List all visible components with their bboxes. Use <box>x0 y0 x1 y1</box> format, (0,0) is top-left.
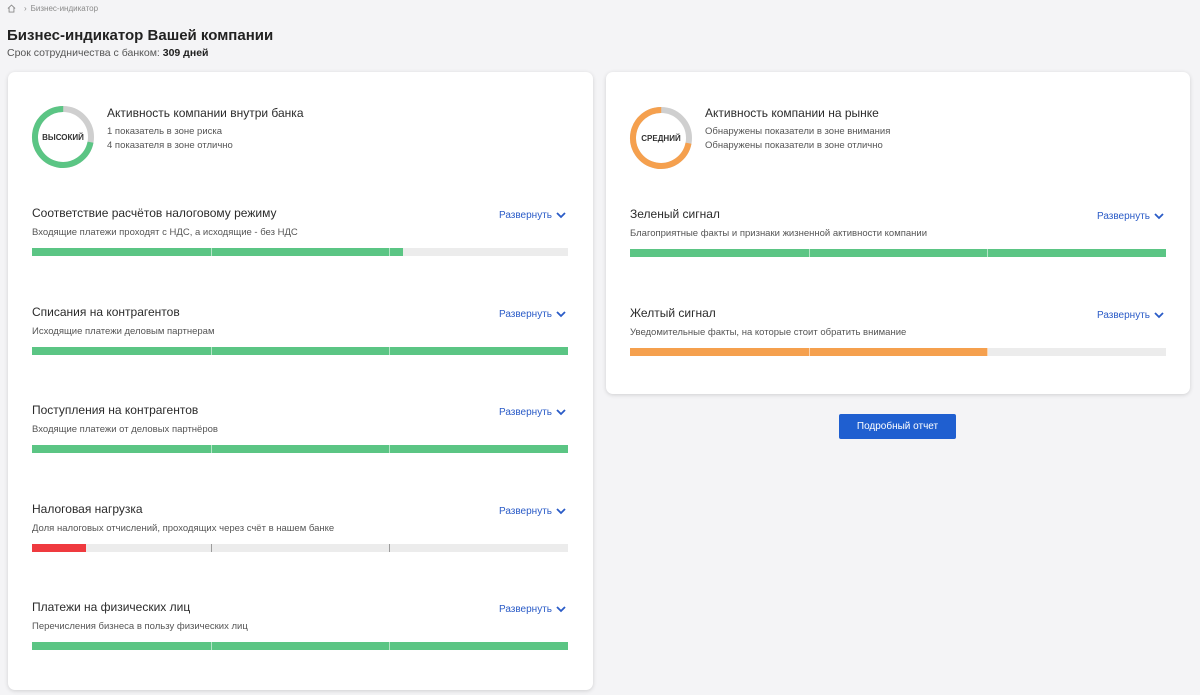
market-metric: Желтый сигнал Уведомительные факты, на ко… <box>630 306 1166 366</box>
bank-metric: Соответствие расчётов налоговому режиму В… <box>32 206 568 266</box>
metric-description: Доля налоговых отчислений, проходящих че… <box>32 522 335 534</box>
bar-divider <box>210 642 212 650</box>
bank-metric: Поступления на контрагентов Входящие плат… <box>32 403 568 463</box>
metric-progress-fill <box>32 346 568 355</box>
bar-divider <box>389 445 391 453</box>
chevron-down-icon <box>556 212 566 219</box>
expand-link[interactable]: Развернуть <box>499 604 566 615</box>
bar-divider <box>210 248 212 256</box>
bar-divider <box>987 347 989 356</box>
chevron-down-icon <box>556 310 566 317</box>
market-metric: Зеленый сигнал Благоприятные факты и приз… <box>630 207 1166 267</box>
chevron-down-icon <box>556 606 566 613</box>
metric-title: Налоговая нагрузка <box>32 501 143 516</box>
expand-label: Развернуть <box>498 210 552 221</box>
metric-progress-fill <box>32 248 404 256</box>
bank-activity-gauge: ВЫСОКИЙ <box>31 105 95 169</box>
chevron-down-icon <box>556 507 566 514</box>
metric-progress-bar <box>32 543 568 552</box>
market-activity-line-1: Обнаружены показатели в зоне внимания <box>705 126 891 137</box>
page-title: Бизнес-индикатор Вашей компании <box>7 27 274 44</box>
metric-progress-fill <box>32 445 568 453</box>
expand-link[interactable]: Развернуть <box>499 407 566 418</box>
expand-label: Развернуть <box>1096 211 1150 222</box>
expand-label: Развернуть <box>498 308 552 320</box>
market-activity-card: СРЕДНИЙ Активность компании на рынке Обн… <box>606 72 1190 394</box>
bar-divider <box>210 543 212 552</box>
bar-divider <box>389 248 391 256</box>
bar-divider <box>808 347 810 356</box>
expand-link[interactable]: Развернуть <box>499 506 566 517</box>
market-gauge-label: СРЕДНИЙ <box>641 133 681 143</box>
market-activity-title: Активность компании на рынке <box>705 106 879 120</box>
expand-label: Развернуть <box>498 407 552 418</box>
metric-title: Зеленый сигнал <box>630 207 720 221</box>
metric-progress-bar <box>630 249 1166 257</box>
breadcrumb: › Бизнес-индикатор <box>7 4 98 13</box>
metric-title: Платежи на физических лиц <box>32 600 191 614</box>
metric-description: Входящие платежи от деловых партнёров <box>32 424 218 435</box>
bar-divider <box>210 346 212 355</box>
metric-progress-bar <box>32 248 568 256</box>
bar-divider <box>987 249 989 257</box>
market-activity-summary: Активность компании на рынке Обнаружены … <box>705 106 890 151</box>
expand-label: Развернуть <box>498 505 552 517</box>
bank-activity-summary: Активность компании внутри банка 1 показ… <box>107 106 304 151</box>
expand-link[interactable]: Развернуть <box>499 210 566 221</box>
metric-progress-fill <box>32 642 568 650</box>
chevron-down-icon <box>1154 311 1164 318</box>
bank-metric: Налоговая нагрузка Доля налоговых отчисле… <box>32 502 568 562</box>
expand-link[interactable]: Развернуть <box>499 309 566 320</box>
metric-description: Благоприятные факты и признаки жизненной… <box>630 228 928 239</box>
bar-divider <box>389 346 391 355</box>
expand-label: Развернуть <box>1096 309 1150 321</box>
bank-gauge-label: ВЫСОКИЙ <box>42 132 84 142</box>
metric-title: Желтый сигнал <box>630 305 716 320</box>
expand-link[interactable]: Развернуть <box>1097 211 1164 222</box>
metric-progress-bar <box>32 346 568 355</box>
expand-link[interactable]: Развернуть <box>1097 310 1164 321</box>
bank-activity-card: ВЫСОКИЙ Активность компании внутри банка… <box>8 72 593 690</box>
metric-progress-fill <box>630 249 1166 257</box>
tenure-text: Срок сотрудничества с банком: 309 дней <box>7 47 209 59</box>
metric-progress-fill <box>32 543 86 552</box>
detailed-report-button[interactable]: Подробный отчет <box>839 414 956 439</box>
metric-title: Соответствие расчётов налоговому режиму <box>32 206 277 220</box>
expand-label: Развернуть <box>498 604 552 615</box>
bank-metric: Списания на контрагентов Исходящие платеж… <box>32 305 568 365</box>
tenure-value: 309 дней <box>162 47 209 59</box>
metric-progress-bar <box>32 445 568 453</box>
breadcrumb-current: Бизнес-индикатор <box>30 4 99 13</box>
tenure-label: Срок сотрудничества с банком: <box>7 47 160 59</box>
home-icon[interactable] <box>7 4 16 13</box>
metric-title: Списания на контрагентов <box>32 304 180 319</box>
metric-description: Перечисления бизнеса в пользу физических… <box>32 621 248 632</box>
chevron-right-icon: › <box>24 4 27 13</box>
market-activity-line-2: Обнаружены показатели в зоне отлично <box>705 140 883 151</box>
metric-progress-bar <box>630 347 1166 356</box>
chevron-down-icon <box>556 409 566 416</box>
bar-divider <box>210 445 212 453</box>
bar-divider <box>389 642 391 650</box>
metric-progress-bar <box>32 642 568 650</box>
bank-metric: Платежи на физических лиц Перечисления би… <box>32 600 568 660</box>
chevron-down-icon <box>1154 213 1164 220</box>
metric-title: Поступления на контрагентов <box>32 403 199 417</box>
metric-description: Исходящие платежи деловым партнерам <box>32 325 215 337</box>
bar-divider <box>808 249 810 257</box>
bank-activity-title: Активность компании внутри банка <box>107 106 304 120</box>
metric-description: Уведомительные факты, на которые стоит о… <box>630 326 907 338</box>
bar-divider <box>389 543 391 552</box>
bank-activity-line-1: 1 показатель в зоне риска <box>107 126 223 137</box>
metric-description: Входящие платежи проходят с НДС, а исход… <box>32 227 298 238</box>
bank-activity-line-2: 4 показателя в зоне отлично <box>107 140 233 151</box>
market-activity-gauge: СРЕДНИЙ <box>629 106 693 170</box>
